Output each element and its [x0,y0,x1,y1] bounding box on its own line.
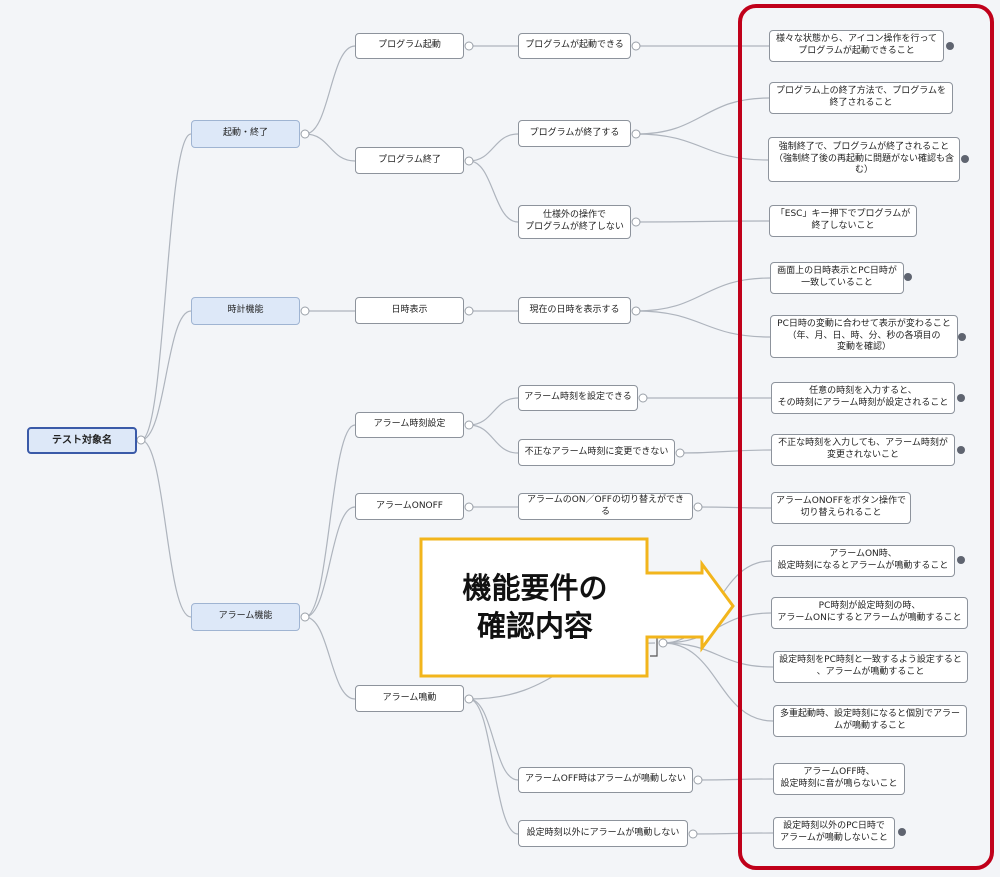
callout-text: 機能要件の 確認内容 [422,540,648,674]
mind-map-canvas: テスト対象名 起動・終了 時計機能 アラーム機能 プログラム起動 プログラム終了… [0,0,1000,877]
callout-line-2: 確認内容 [476,609,593,643]
callout-arrow [419,537,735,678]
callout-line-1: 機能要件の [462,570,608,605]
